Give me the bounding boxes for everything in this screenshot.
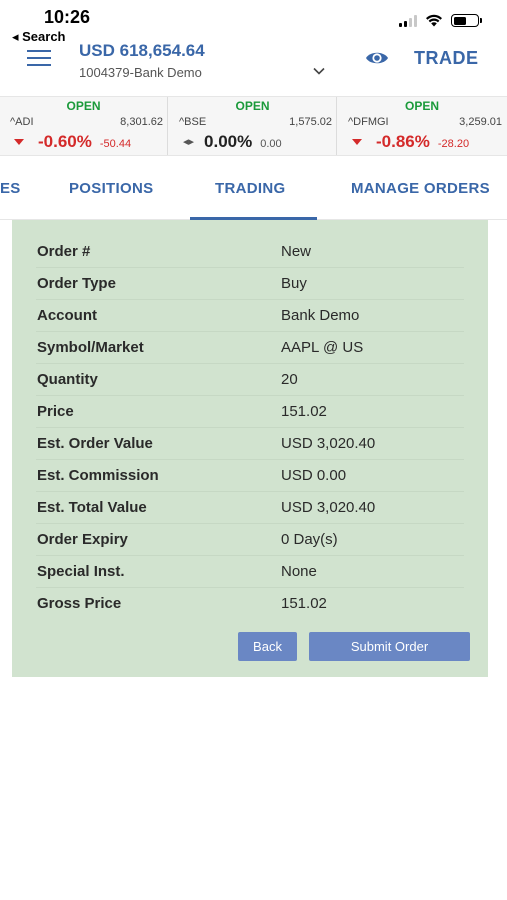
battery-icon — [451, 14, 482, 27]
down-arrow-icon — [352, 139, 362, 145]
order-confirmation-panel: Order # New Order Type Buy Account Bank … — [12, 220, 488, 677]
clock: 10:26 — [44, 7, 91, 27]
status-icons — [399, 14, 482, 27]
market-status: OPEN — [404, 99, 439, 113]
ticker-last-price: 1,575.02 — [289, 116, 332, 128]
order-row-value: 0 Day(s) — [281, 531, 338, 548]
order-row-value: None — [281, 563, 317, 580]
order-row: Quantity 20 — [12, 364, 488, 396]
ticker-last-price: 3,259.01 — [459, 116, 502, 128]
order-row-value: 20 — [281, 371, 298, 388]
market-status: OPEN — [66, 99, 101, 113]
order-row: Est. Total Value USD 3,020.40 — [12, 492, 488, 524]
order-row-value: USD 0.00 — [281, 467, 347, 484]
eye-icon[interactable] — [365, 49, 389, 67]
order-row: Order Expiry 0 Day(s) — [12, 524, 488, 556]
ticker-change: -28.20 — [437, 138, 470, 150]
cellular-signal-icon — [399, 14, 417, 27]
order-row: Est. Order Value USD 3,020.40 — [12, 428, 488, 460]
tab-partial[interactable]: ES — [0, 180, 21, 197]
order-row-value: 151.02 — [281, 595, 327, 612]
order-row-label: Est. Total Value — [37, 499, 147, 516]
ticker-change: -50.44 — [99, 138, 132, 150]
order-row-value: 151.02 — [281, 403, 327, 420]
order-row-value: New — [281, 243, 312, 260]
order-row-value: AAPL @ US — [281, 339, 364, 356]
ticker-last-price: 8,301.62 — [120, 116, 163, 128]
trade-button[interactable]: TRADE — [414, 48, 479, 69]
order-row-value: USD 3,020.40 — [281, 499, 376, 516]
market-status: OPEN — [235, 99, 270, 113]
tab-manage-orders[interactable]: MANAGE ORDERS — [351, 180, 490, 197]
order-row-label: Est. Commission — [37, 467, 159, 484]
chevron-down-icon[interactable] — [312, 64, 326, 78]
tab-positions[interactable]: POSITIONS — [69, 180, 153, 197]
tab-trading[interactable]: TRADING — [215, 180, 285, 197]
order-row-label: Gross Price — [37, 595, 122, 612]
order-row-value: Bank Demo — [281, 307, 360, 324]
unchanged-icon: ◂▸ — [183, 136, 195, 148]
ticker-percent-change: -0.86% — [376, 132, 430, 151]
order-row-label: Quantity — [37, 371, 98, 388]
order-row-label: Order Expiry — [37, 531, 128, 548]
order-row-label: Symbol/Market — [37, 339, 144, 356]
order-row-label: Order Type — [37, 275, 116, 292]
order-row: Price 151.02 — [12, 396, 488, 428]
order-row: Special Inst. None — [12, 556, 488, 588]
order-row-label: Price — [37, 403, 74, 420]
order-row-label: Account — [37, 307, 97, 324]
wifi-icon — [426, 14, 442, 27]
back-button[interactable]: Back — [238, 632, 297, 661]
order-row-label: Special Inst. — [37, 563, 125, 580]
order-row-value: USD 3,020.40 — [281, 435, 376, 452]
ticker-item[interactable]: OPEN ^BSE 1,575.02 ◂▸ 0.00% 0.00 — [169, 97, 337, 155]
ticker-symbol: ^ADI — [10, 116, 34, 128]
order-row: Symbol/Market AAPL @ US — [12, 332, 488, 364]
ticker-symbol: ^BSE — [179, 116, 207, 128]
ticker-percent-change: 0.00% — [204, 132, 253, 151]
order-row: Order # New — [12, 236, 488, 268]
order-row: Est. Commission USD 0.00 — [12, 460, 488, 492]
ticker-percent-change: -0.60% — [38, 132, 92, 151]
ticker-item[interactable]: OPEN ^DFMGI 3,259.01 -0.86% -28.20 — [338, 97, 506, 155]
down-arrow-icon — [14, 139, 24, 145]
order-row-label: Est. Order Value — [37, 435, 153, 452]
order-row: Order Type Buy — [12, 268, 488, 300]
tab-bar: ES POSITIONS TRADING MANAGE ORDERS — [0, 158, 507, 220]
order-row-value: Buy — [281, 275, 307, 292]
market-ticker-strip[interactable]: OPEN ^ADI 8,301.62 -0.60% -50.44 OPEN ^B… — [0, 96, 507, 156]
ticker-change: 0.00 — [260, 138, 282, 150]
order-row-label: Order # — [37, 243, 91, 260]
back-to-search-link[interactable]: ◂ Search — [12, 29, 66, 45]
order-row: Account Bank Demo — [12, 300, 488, 332]
account-balance: USD 618,654.64 — [79, 41, 205, 60]
ticker-item[interactable]: OPEN ^ADI 8,301.62 -0.60% -50.44 — [0, 97, 168, 155]
ticker-symbol: ^DFMGI — [348, 116, 389, 128]
hamburger-menu-icon[interactable] — [27, 50, 51, 66]
submit-order-button[interactable]: Submit Order — [309, 632, 470, 661]
account-selector[interactable]: 1004379-Bank Demo — [79, 65, 202, 80]
order-row: Gross Price 151.02 — [12, 588, 488, 620]
status-bar: 10:26 ◂ Search — [0, 0, 507, 44]
